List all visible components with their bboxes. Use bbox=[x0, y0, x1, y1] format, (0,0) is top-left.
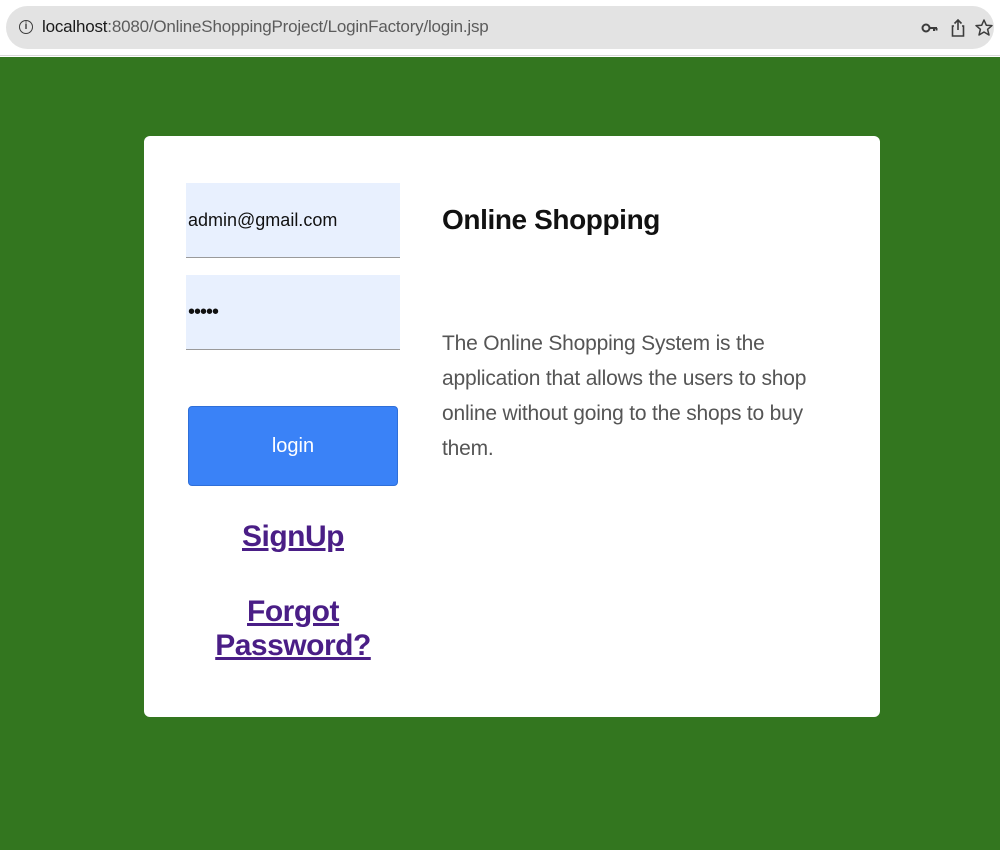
login-button[interactable]: login bbox=[188, 406, 398, 486]
browser-toolbar: i localhost:8080/OnlineShoppingProject/L… bbox=[0, 0, 1000, 56]
signup-link[interactable]: SignUp bbox=[186, 520, 400, 554]
page-title: Online Shopping bbox=[442, 204, 660, 235]
info-icon[interactable]: i bbox=[19, 20, 33, 34]
key-icon[interactable] bbox=[920, 18, 940, 38]
url-text[interactable]: localhost:8080/OnlineShoppingProject/Log… bbox=[42, 17, 489, 37]
description-text: The Online Shopping System is the applic… bbox=[442, 332, 807, 460]
url-host: localhost bbox=[42, 17, 108, 36]
email-field[interactable] bbox=[186, 183, 400, 258]
address-bar[interactable]: i localhost:8080/OnlineShoppingProject/L… bbox=[6, 6, 994, 49]
share-icon[interactable] bbox=[948, 18, 968, 38]
login-card: login SignUp Forgot Password? Online Sho… bbox=[144, 136, 880, 717]
star-icon[interactable] bbox=[974, 18, 994, 38]
password-field[interactable] bbox=[186, 275, 400, 350]
forgot-password-link[interactable]: Forgot Password? bbox=[186, 595, 400, 663]
url-path: :8080/OnlineShoppingProject/LoginFactory… bbox=[107, 17, 489, 36]
